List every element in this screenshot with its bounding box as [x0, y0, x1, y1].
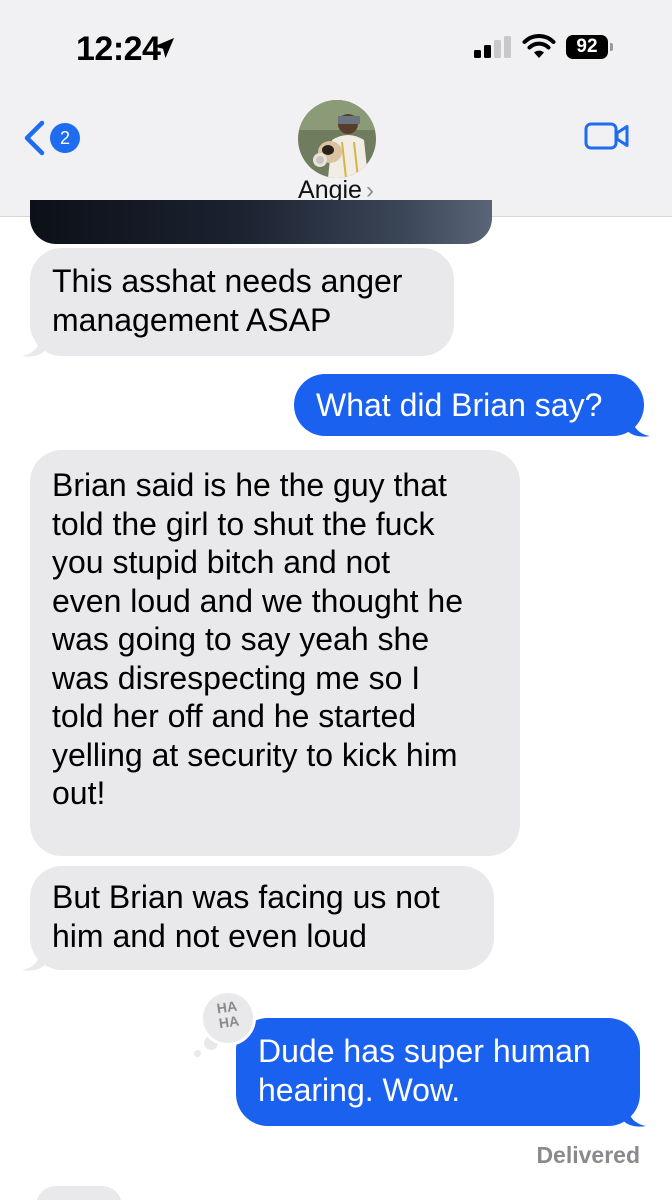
- location-arrow-icon: [154, 38, 174, 58]
- message-bubble-incoming[interactable]: Brian said is he the guy that told the g…: [30, 450, 520, 856]
- battery-level: 92: [566, 35, 608, 59]
- message-bubble-incoming[interactable]: This asshat needs anger management ASAP: [30, 248, 454, 356]
- haha-tapback-icon[interactable]: HA HA: [200, 990, 256, 1046]
- video-camera-icon[interactable]: [584, 120, 630, 152]
- tapback-dot: [194, 1050, 201, 1057]
- wifi-icon: [522, 34, 556, 58]
- message-bubble-incoming[interactable]: But Brian was facing us not him and not …: [30, 866, 494, 970]
- cellular-signal-icon: [474, 36, 511, 58]
- message-bubble-outgoing[interactable]: What did Brian say?: [294, 374, 644, 436]
- battery-icon: 92: [566, 35, 614, 59]
- message-bubble-partial[interactable]: [36, 1186, 122, 1200]
- unread-count-badge: 2: [50, 123, 80, 153]
- delivery-status: Delivered: [536, 1142, 640, 1168]
- messages-screen: 12:24 92 2 Angie › This asshat needs ang…: [0, 0, 672, 1200]
- back-button[interactable]: 2: [22, 116, 92, 160]
- status-bar: 12:24 92: [0, 0, 672, 92]
- message-bubble-outgoing[interactable]: Dude has super human hearing. Wow.: [236, 1018, 640, 1126]
- image-attachment-partial[interactable]: [30, 200, 492, 244]
- avatar-photo: [298, 100, 376, 178]
- battery-tip: [610, 43, 613, 51]
- contact-avatar[interactable]: [298, 100, 376, 178]
- status-time: 12:24: [76, 30, 161, 68]
- chevron-left-icon: [24, 120, 45, 156]
- conversation-header: 2 Angie ›: [0, 92, 672, 217]
